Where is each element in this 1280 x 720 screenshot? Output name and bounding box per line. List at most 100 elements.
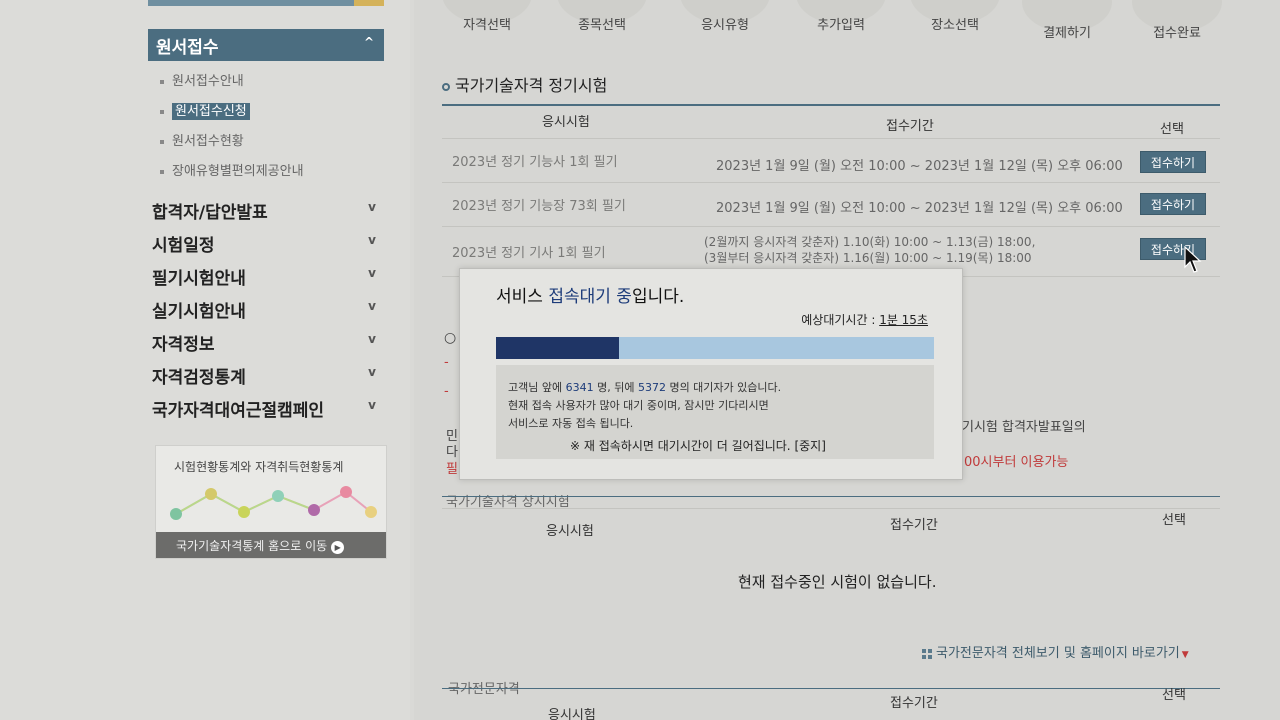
sidebar: 원서접수 ^ 원서접수안내 원서접수신청 원서접수현황 장애유형별편의제공안내 … xyxy=(0,0,410,720)
wait-progress-bar xyxy=(496,337,934,359)
step-6: 결제하기 xyxy=(1022,0,1112,41)
divider xyxy=(442,508,1220,509)
sidebar-sub-item-status[interactable]: 원서접수현황 xyxy=(160,130,244,149)
sidebar-sub-item-guide[interactable]: 원서접수안내 xyxy=(160,70,244,89)
section-title-text: 국가기술자격 정기시험 xyxy=(455,76,608,95)
stats-banner-title: 시험현황통계와 자격취득현황통계 xyxy=(174,460,344,474)
radio-icon: ○ xyxy=(444,330,457,346)
nav-label: 자격검정통계 xyxy=(152,368,246,388)
wait-label: 예상대기시간 : xyxy=(801,313,880,327)
modal-title-highlight: 접속대기 중 xyxy=(548,287,632,307)
col-header-select: 선택 xyxy=(1162,513,1186,528)
arrow-right-icon: ▶ xyxy=(331,541,345,554)
notice-fragment: 00시부터 이용가능 xyxy=(964,455,1069,470)
sidebar-top-bar xyxy=(148,0,384,6)
table-row-name: 2023년 정기 기능사 1회 필기 xyxy=(452,155,618,170)
sidebar-item-results[interactable]: 합격자/답안발표 v xyxy=(152,198,380,223)
stop-button[interactable]: [중지] xyxy=(794,439,825,453)
stats-home-link[interactable]: 국가기술자격통계 홈으로 이동 ▶ xyxy=(156,532,386,558)
queue-info-line: 고객님 앞에 6341 명, 뒤에 5372 명의 대기자가 있습니다. xyxy=(508,379,781,395)
chevron-up-icon: ^ xyxy=(363,35,374,49)
nav-label: 국가자격대여근절캠페인 xyxy=(152,401,325,421)
notice-dash: - xyxy=(444,355,449,370)
sidebar-item-qualification-info[interactable]: 자격정보 v xyxy=(152,330,380,355)
table-row-name: 2023년 정기 기능장 73회 필기 xyxy=(452,199,626,214)
sidebar-sub-item-apply[interactable]: 원서접수신청 xyxy=(160,100,250,120)
apply-button[interactable]: 접수하기 xyxy=(1140,151,1206,173)
step-label: 결제하기 xyxy=(1043,26,1091,41)
chevron-down-icon: v xyxy=(368,365,376,379)
sidebar-item-campaign[interactable]: 국가자격대여근절캠페인 v xyxy=(152,396,380,421)
nav-label: 자격정보 xyxy=(152,335,215,355)
table-row-period-line2: (3월부터 응시자격 갖춘자) 1.16(월) 10:00 ~ 1.19(목) … xyxy=(704,251,1032,265)
notice-fragment: 기시험 합격자발표일의 xyxy=(962,420,1086,435)
step-7: 접수완료 xyxy=(1132,0,1222,41)
bullet-icon xyxy=(160,139,164,144)
chevron-down-icon: v xyxy=(368,233,376,247)
nav-label: 필기시험안내 xyxy=(152,269,246,289)
chevron-down-icon: v xyxy=(368,299,376,313)
step-label: 자격선택 xyxy=(463,18,511,33)
waiting-modal: 서비스 접속대기 중입니다. 예상대기시간 : 1분 15초 고객님 앞에 63… xyxy=(459,268,963,480)
table-row-period: 2023년 1월 9일 (월) 오전 10:00 ~ 2023년 1월 12일 … xyxy=(716,201,1123,216)
queue-info-line: 서비스로 자동 접속 됩니다. xyxy=(508,417,634,430)
modal-title: 서비스 접속대기 중입니다. xyxy=(496,282,684,307)
caret-down-icon: ▼ xyxy=(1181,650,1189,660)
step-5: 장소선택 xyxy=(910,0,1000,33)
stats-chart-icon xyxy=(170,486,377,520)
reconnect-warning-text: ※ 재 접속하시면 대기시간이 더 길어집니다. xyxy=(570,439,791,453)
table-row-period: 2023년 1월 9일 (월) 오전 10:00 ~ 2023년 1월 12일 … xyxy=(716,159,1123,174)
divider xyxy=(442,226,1220,227)
divider xyxy=(442,496,1220,497)
chevron-down-icon: v xyxy=(368,266,376,280)
col-header-exam: 응시시험 xyxy=(548,708,596,720)
sidebar-section-header[interactable]: 원서접수 ^ xyxy=(148,29,384,61)
shortcut-label: 국가전문자격 전체보기 및 홈페이지 바로가기 xyxy=(936,646,1180,661)
col-header-exam: 응시시험 xyxy=(542,115,590,130)
col-header-exam: 응시시험 xyxy=(546,524,594,539)
divider xyxy=(442,138,1220,139)
no-exam-message: 현재 접수중인 시험이 없습니다. xyxy=(738,573,937,591)
notice-fragment: 필 xyxy=(446,462,458,477)
step-4: 추가입력 xyxy=(796,0,886,33)
step-label: 접수완료 xyxy=(1153,26,1201,41)
behind-count: 5372 xyxy=(637,381,666,394)
modal-title-prefix: 서비스 xyxy=(496,287,549,307)
professional-shortcut-link[interactable]: 국가전문자격 전체보기 및 홈페이지 바로가기 ▼ xyxy=(922,642,1189,661)
bullet-icon xyxy=(160,169,164,174)
estimated-wait: 예상대기시간 : 1분 15초 xyxy=(801,311,928,328)
modal-title-suffix: 입니다. xyxy=(631,287,685,307)
nav-label: 합격자/답안발표 xyxy=(152,203,268,223)
col-header-period: 접수기간 xyxy=(886,119,934,134)
table-row-name: 2023년 정기 기사 1회 필기 xyxy=(452,246,606,261)
notice-dash: - xyxy=(444,384,449,399)
grid-icon xyxy=(922,648,932,659)
bullet-icon xyxy=(160,79,164,84)
sidebar-item-written-guide[interactable]: 필기시험안내 v xyxy=(152,264,380,289)
sidebar-item-statistics[interactable]: 자격검정통계 v xyxy=(152,363,380,388)
reconnect-warning: ※ 재 접속하시면 대기시간이 더 길어집니다. [중지] xyxy=(570,437,826,454)
step-label: 종목선택 xyxy=(578,18,626,33)
regular-exam-title: 국가기술자격 정기시험 xyxy=(442,72,607,96)
sidebar-item-practical-guide[interactable]: 실기시험안내 v xyxy=(152,297,380,322)
col-header-period: 접수기간 xyxy=(890,696,938,711)
sidebar-sub-item-accessibility[interactable]: 장애유형별편의제공안내 xyxy=(160,160,304,179)
col-header-select: 선택 xyxy=(1162,688,1186,703)
step-2: 종목선택 xyxy=(557,0,647,33)
apply-button[interactable]: 접수하기 xyxy=(1140,193,1206,215)
divider xyxy=(442,182,1220,183)
section-header-label: 원서접수 xyxy=(156,38,219,58)
queue-text: 명의 대기자가 있습니다. xyxy=(665,381,782,394)
col-header-select: 선택 xyxy=(1160,122,1184,137)
bullet-icon xyxy=(160,109,164,114)
step-label: 응시유형 xyxy=(701,18,749,33)
sidebar-item-schedule[interactable]: 시험일정 v xyxy=(152,231,380,256)
stats-banner[interactable]: 시험현황통계와 자격취득현황통계 국가기술자격통계 홈으로 이동 ▶ xyxy=(155,445,387,559)
queue-info-line: 현재 접속 사용자가 많아 대기 중이며, 잠시만 기다리시면 xyxy=(508,399,769,412)
queue-text: 고객님 앞에 xyxy=(508,381,566,394)
divider xyxy=(442,104,1220,106)
step-label: 추가입력 xyxy=(817,18,865,33)
col-header-period: 접수기간 xyxy=(890,518,938,533)
chevron-down-icon: v xyxy=(368,200,376,214)
ahead-count: 6341 xyxy=(565,381,594,394)
